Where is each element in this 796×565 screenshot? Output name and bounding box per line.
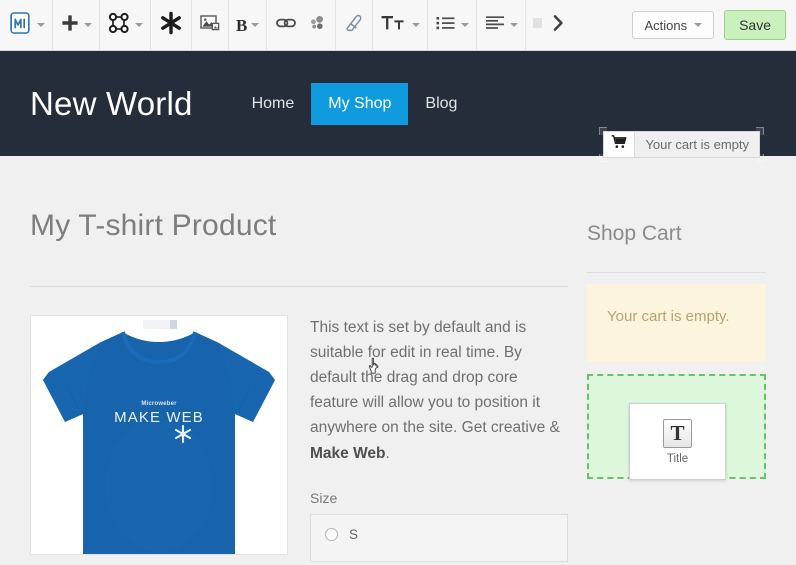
cart-widget[interactable]: Your cart is empty (603, 131, 760, 158)
site-header: New World Home My Shop Blog Your cart is… (0, 51, 796, 162)
page-body: My T-shirt Product Microweber MAKE WEB T… (0, 156, 796, 562)
toolbar-group-overflow (526, 0, 572, 50)
chevron-down-icon (251, 23, 260, 27)
bubbles-icon (307, 13, 327, 38)
toolbar-group-logo (0, 0, 53, 50)
site-preview-canvas: New World Home My Shop Blog Your cart is… (0, 51, 796, 565)
text-size-button[interactable] (376, 5, 424, 45)
bold-icon: B (236, 15, 248, 35)
sidebar-heading[interactable]: Shop Cart (587, 222, 766, 246)
product-description[interactable]: This text is set by default and is suita… (310, 315, 568, 466)
chevron-down-icon (135, 23, 143, 27)
cart-widget-label: Your cart is empty (645, 137, 749, 152)
nav-item-home[interactable]: Home (235, 83, 312, 125)
sidebar-column: Shop Cart Your cart is empty. T Title (568, 156, 766, 562)
insert-link-button[interactable] (270, 5, 302, 45)
product-description-tail: . (385, 444, 390, 462)
editor-toolbar: B Actions Save (0, 0, 796, 51)
chevron-down-icon (37, 23, 45, 27)
toolbar-group-add (53, 0, 100, 50)
nav-item-my-shop[interactable]: My Shop (311, 82, 409, 125)
align-left-button[interactable] (480, 5, 522, 45)
chevron-right-icon (551, 13, 565, 38)
toolbar-more-button[interactable] (547, 5, 569, 45)
product-info: This text is set by default and is suita… (310, 315, 568, 562)
link-icon (274, 14, 298, 37)
toolbar-group-align (477, 0, 527, 50)
cart-icon-box (604, 132, 636, 157)
content-row: My T-shirt Product Microweber MAKE WEB T… (30, 156, 766, 562)
shopping-cart-icon (611, 135, 627, 154)
save-button-label: Save (739, 17, 771, 33)
chevron-down-icon (510, 23, 519, 27)
faded-icon (533, 14, 543, 37)
selection-handle-top-left[interactable] (599, 127, 608, 135)
svg-text:Microweber: Microweber (141, 401, 177, 407)
microweber-logo-button[interactable] (3, 5, 49, 45)
radio-icon[interactable] (325, 527, 338, 541)
align-left-icon (484, 14, 506, 37)
toolbar-group-settings (151, 0, 192, 50)
add-element-button[interactable] (56, 5, 96, 45)
plus-icon (60, 13, 80, 38)
chevron-down-icon (461, 23, 470, 27)
product-image[interactable]: Microweber MAKE WEB (30, 315, 288, 555)
actions-button[interactable]: Actions (632, 11, 715, 39)
toolbar-group-media (192, 0, 229, 50)
drag-preview-card[interactable]: T Title (629, 403, 726, 480)
product-description-text: This text is set by default and is suita… (310, 319, 560, 437)
microweber-logo-icon (7, 10, 33, 41)
product-description-bold: Make Web (310, 444, 386, 462)
size-option-label: S (349, 526, 359, 542)
toolbar-group-modules (100, 0, 151, 50)
element-drop-zone[interactable]: T Title (587, 374, 766, 480)
modules-button[interactable] (103, 5, 147, 45)
text-size-icon (380, 13, 408, 38)
bold-button[interactable]: B (232, 5, 263, 45)
toolbar-right-group: Actions Save (632, 10, 796, 40)
toolbar-group-typography (373, 0, 429, 50)
toolbar-group-text-format: B (229, 0, 268, 50)
chevron-down-icon (84, 23, 92, 27)
cut-off-tool-button[interactable] (529, 5, 547, 45)
page-title[interactable]: My T-shirt Product (30, 208, 568, 244)
site-logo[interactable]: New World (30, 85, 193, 123)
actions-button-label: Actions (644, 17, 688, 33)
toolbar-group-lists (428, 0, 478, 50)
toolbar-group-eraser (336, 0, 374, 50)
asterisk-icon (158, 10, 184, 41)
size-label: Size (310, 489, 338, 506)
title-divider (30, 286, 568, 287)
cart-empty-alert: Your cart is empty. (587, 284, 766, 362)
nav-item-blog[interactable]: Blog (408, 83, 474, 125)
unordered-list-button[interactable] (431, 5, 473, 45)
anchor-bubbles-button[interactable] (302, 5, 332, 45)
toolbar-group-link (267, 0, 337, 50)
size-option-s[interactable]: S (325, 527, 553, 542)
selection-handle-top-right[interactable] (756, 127, 764, 135)
image-icon (199, 12, 221, 39)
main-navigation: Home My Shop Blog (235, 82, 475, 125)
chevron-down-icon (412, 23, 421, 27)
chevron-down-icon (694, 23, 703, 27)
sidebar-divider (587, 272, 766, 273)
size-options-box: S (310, 513, 568, 562)
sitemap-icon (107, 11, 131, 40)
unordered-list-icon (435, 14, 457, 37)
settings-button[interactable] (154, 5, 188, 45)
insert-image-button[interactable] (195, 5, 225, 45)
clear-format-button[interactable] (339, 5, 369, 45)
svg-text:MAKE WEB: MAKE WEB (114, 409, 204, 426)
eraser-icon (343, 12, 365, 39)
product-row: Microweber MAKE WEB This text is set by … (30, 315, 568, 562)
title-element-icon: T (663, 418, 692, 448)
drag-preview-card-label: Title (666, 452, 689, 465)
save-button[interactable]: Save (724, 10, 786, 40)
main-column: My T-shirt Product Microweber MAKE WEB T… (30, 156, 568, 562)
